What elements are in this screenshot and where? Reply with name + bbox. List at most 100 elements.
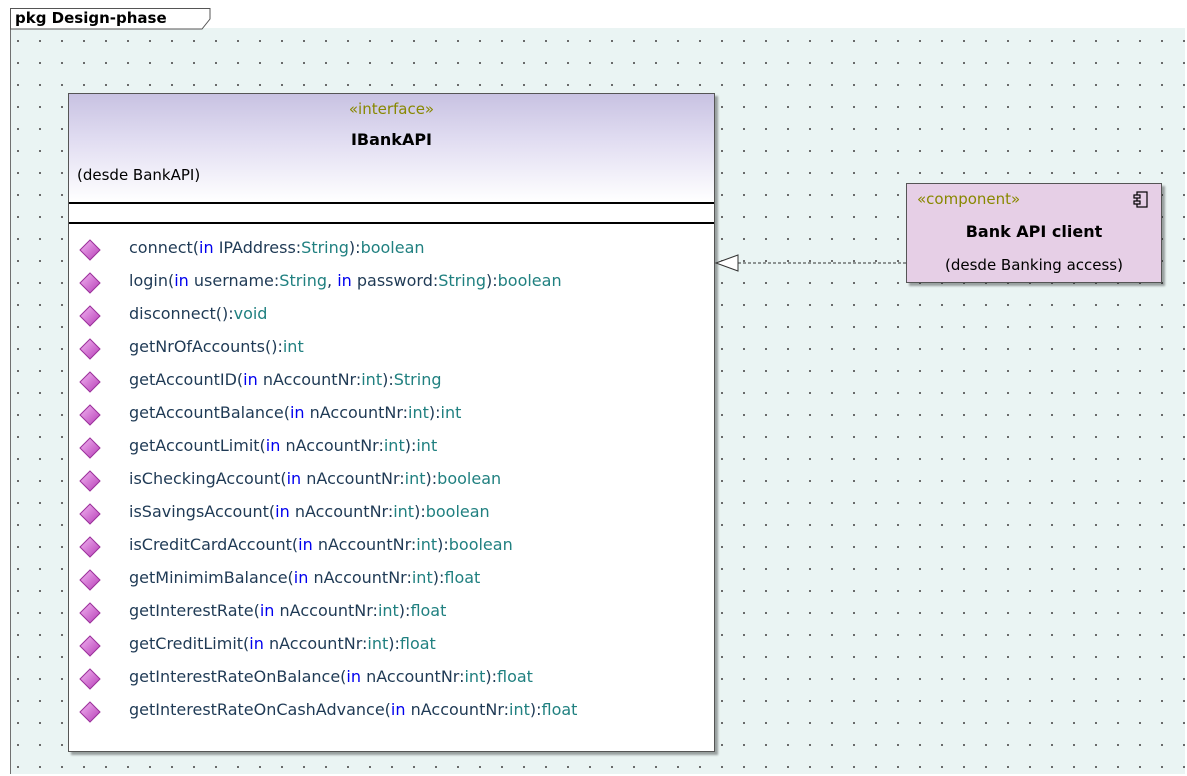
- signature-text: nAccountNr:: [257, 370, 362, 389]
- operation-signature: disconnect():void: [129, 304, 267, 323]
- operation-name: getAccountLimit(: [129, 436, 266, 455]
- type-name: float: [541, 700, 578, 719]
- signature-text: ):: [485, 667, 497, 686]
- type-name: String: [438, 271, 486, 290]
- public-operation-diamond-icon: [79, 503, 101, 525]
- operation-name: getInterestRate(: [129, 601, 260, 620]
- signature-text: ):: [404, 436, 417, 455]
- operation-row[interactable]: getAccountLimit(in nAccountNr:int):int: [69, 432, 714, 465]
- signature-text: nAccountNr:: [263, 634, 368, 653]
- package-tab[interactable]: pkg Design-phase: [10, 8, 211, 30]
- param-direction: in: [265, 436, 281, 455]
- signature-text: ):: [388, 634, 400, 653]
- type-name: boolean: [360, 238, 425, 257]
- operation-name: getCreditLimit(: [129, 634, 250, 653]
- operation-row[interactable]: isCreditCardAccount(in nAccountNr:int):b…: [69, 531, 714, 564]
- operation-row[interactable]: connect(in IPAddress:String):boolean: [69, 234, 714, 267]
- signature-text: username:: [188, 271, 280, 290]
- param-direction: in: [199, 238, 214, 257]
- operation-signature: isCheckingAccount(in nAccountNr:int):boo…: [129, 469, 501, 488]
- operation-signature: getMinimimBalance(in nAccountNr:int):flo…: [129, 568, 480, 587]
- interface-origin: (desde BankAPI): [77, 166, 201, 184]
- param-direction: in: [275, 502, 290, 521]
- type-name: boolean: [437, 469, 502, 488]
- public-operation-diamond-icon: [79, 437, 101, 459]
- attributes-compartment[interactable]: [69, 204, 714, 224]
- operation-name: getInterestRateOnCashAdvance(: [129, 700, 391, 719]
- signature-text: nAccountNr:: [405, 700, 509, 719]
- operation-row[interactable]: getInterestRate(in nAccountNr:int):float: [69, 597, 714, 630]
- type-name: float: [444, 568, 481, 587]
- operation-row[interactable]: login(in username:String, in password:St…: [69, 267, 714, 300]
- operation-row[interactable]: getMinimimBalance(in nAccountNr:int):flo…: [69, 564, 714, 597]
- type-name: int: [408, 403, 429, 422]
- type-name: boolean: [425, 502, 490, 521]
- type-name: int: [464, 667, 486, 686]
- operation-name: isCheckingAccount(: [129, 469, 287, 488]
- type-name: int: [383, 436, 405, 455]
- public-operation-diamond-icon: [79, 239, 101, 261]
- signature-text: ):: [529, 700, 542, 719]
- type-name: int: [367, 634, 389, 653]
- operation-row[interactable]: getInterestRateOnBalance(in nAccountNr:i…: [69, 663, 714, 696]
- operation-name: isSavingsAccount(: [129, 502, 276, 521]
- param-direction: in: [298, 535, 313, 554]
- type-name: float: [399, 634, 436, 653]
- component-origin: (desde Banking access): [945, 256, 1123, 274]
- type-name: int: [361, 370, 383, 389]
- signature-text: nAccountNr:: [308, 568, 412, 587]
- type-name: int: [282, 337, 304, 356]
- interface-name[interactable]: IBankAPI: [69, 130, 714, 149]
- signature-text: ):: [398, 601, 411, 620]
- operation-row[interactable]: disconnect():void: [69, 300, 714, 333]
- operation-signature: getInterestRateOnCashAdvance(in nAccount…: [129, 700, 577, 719]
- operation-signature: getCreditLimit(in nAccountNr:int):float: [129, 634, 436, 653]
- operation-row[interactable]: getInterestRateOnCashAdvance(in nAccount…: [69, 696, 714, 729]
- public-operation-diamond-icon: [79, 404, 101, 426]
- operation-name: getInterestRateOnBalance(: [129, 667, 347, 686]
- type-name: String: [393, 370, 442, 389]
- type-name: boolean: [497, 271, 562, 290]
- operation-name: getAccountBalance(: [129, 403, 290, 422]
- signature-text: nAccountNr:: [274, 601, 378, 620]
- operation-row[interactable]: isSavingsAccount(in nAccountNr:int):bool…: [69, 498, 714, 531]
- interface-ibankapi[interactable]: «interface» IBankAPI (desde BankAPI) con…: [68, 93, 715, 752]
- component-name[interactable]: Bank API client: [907, 222, 1161, 241]
- component-bank-api-client[interactable]: «component» Bank API client (desde Banki…: [906, 183, 1162, 283]
- package-label: pkg Design-phase: [15, 9, 167, 27]
- operation-row[interactable]: isCheckingAccount(in nAccountNr:int):boo…: [69, 465, 714, 498]
- public-operation-diamond-icon: [79, 569, 101, 591]
- type-name: boolean: [448, 535, 513, 554]
- public-operation-diamond-icon: [79, 272, 101, 294]
- public-operation-diamond-icon: [79, 338, 101, 360]
- signature-text: IPAddress:: [213, 238, 302, 257]
- operation-signature: getInterestRate(in nAccountNr:int):float: [129, 601, 446, 620]
- public-operation-diamond-icon: [79, 536, 101, 558]
- public-operation-diamond-icon: [79, 701, 101, 723]
- public-operation-diamond-icon: [79, 635, 101, 657]
- type-name: int: [411, 568, 433, 587]
- operation-row[interactable]: getCreditLimit(in nAccountNr:int):float: [69, 630, 714, 663]
- operation-name: getAccountID(: [129, 370, 244, 389]
- signature-text: ):: [432, 568, 445, 587]
- public-operation-diamond-icon: [79, 668, 101, 690]
- component-stereotype: «component»: [917, 190, 1021, 208]
- param-direction: in: [346, 667, 361, 686]
- signature-text: ):: [425, 469, 438, 488]
- signature-text: nAccountNr:: [280, 436, 384, 455]
- operation-row[interactable]: getAccountID(in nAccountNr:int):String: [69, 366, 714, 399]
- component-icon: [1133, 191, 1148, 208]
- param-direction: in: [286, 469, 302, 488]
- param-direction: in: [259, 601, 275, 620]
- type-name: int: [440, 403, 462, 422]
- operation-row[interactable]: getNrOfAccounts():int: [69, 333, 714, 366]
- type-name: int: [393, 502, 415, 521]
- signature-text: nAccountNr:: [301, 469, 405, 488]
- operation-row[interactable]: getAccountBalance(in nAccountNr:int):int: [69, 399, 714, 432]
- signature-text: ):: [414, 502, 426, 521]
- public-operation-diamond-icon: [79, 371, 101, 393]
- operations-compartment: connect(in IPAddress:String):boolean logi…: [69, 234, 714, 729]
- operation-name: disconnect():: [129, 304, 234, 323]
- type-name: String: [301, 238, 349, 257]
- signature-text: ):: [348, 238, 361, 257]
